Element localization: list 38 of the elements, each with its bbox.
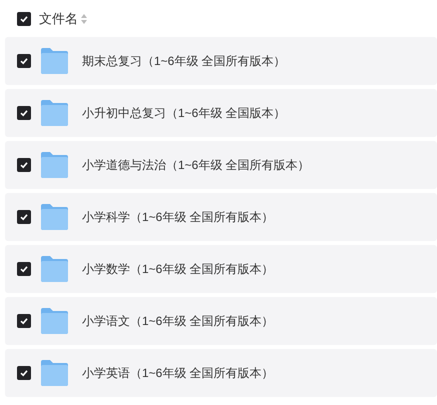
checkmark-icon xyxy=(20,213,28,221)
checkmark-icon xyxy=(20,14,28,22)
checkmark-icon xyxy=(20,265,28,273)
file-name: 小学道德与法治（1~6年级 全国所有版本） xyxy=(82,157,310,174)
file-row[interactable]: 小升初中总复习（1~6年级 全国版本） xyxy=(5,89,437,137)
folder-icon xyxy=(40,100,69,126)
checkbox[interactable] xyxy=(17,210,31,224)
folder-icon xyxy=(40,152,69,178)
checkbox[interactable] xyxy=(17,314,31,328)
file-name: 小学语文（1~6年级 全国所有版本） xyxy=(82,313,274,330)
checkbox[interactable] xyxy=(17,106,31,120)
file-row[interactable]: 小学英语（1~6年级 全国所有版本） xyxy=(5,349,437,397)
checkbox[interactable] xyxy=(17,158,31,172)
folder-icon xyxy=(40,204,69,230)
file-name: 小升初中总复习（1~6年级 全国版本） xyxy=(82,105,286,122)
file-row[interactable]: 小学数学（1~6年级 全国所有版本） xyxy=(5,245,437,293)
checkbox[interactable] xyxy=(17,54,31,68)
folder-icon xyxy=(40,360,69,386)
file-row[interactable]: 小学语文（1~6年级 全国所有版本） xyxy=(5,297,437,345)
file-row[interactable]: 期末总复习（1~6年级 全国所有版本） xyxy=(5,37,437,85)
checkbox[interactable] xyxy=(17,366,31,380)
folder-icon xyxy=(40,48,69,74)
checkmark-icon xyxy=(20,57,28,65)
file-name: 小学数学（1~6年级 全国所有版本） xyxy=(82,261,274,278)
file-row[interactable]: 小学科学（1~6年级 全国所有版本） xyxy=(5,193,437,241)
folder-icon xyxy=(40,308,69,334)
checkmark-icon xyxy=(20,369,28,377)
folder-icon xyxy=(40,256,69,282)
checkmark-icon xyxy=(20,109,28,117)
file-name: 小学科学（1~6年级 全国所有版本） xyxy=(82,209,274,226)
file-row[interactable]: 小学道德与法治（1~6年级 全国所有版本） xyxy=(5,141,437,189)
checkmark-icon xyxy=(20,317,28,325)
file-name: 小学英语（1~6年级 全国所有版本） xyxy=(82,365,274,382)
file-name: 期末总复习（1~6年级 全国所有版本） xyxy=(82,53,286,70)
column-header[interactable]: 文件名 xyxy=(39,8,78,28)
checkbox[interactable] xyxy=(17,12,31,26)
checkbox[interactable] xyxy=(17,262,31,276)
checkmark-icon xyxy=(20,161,28,169)
